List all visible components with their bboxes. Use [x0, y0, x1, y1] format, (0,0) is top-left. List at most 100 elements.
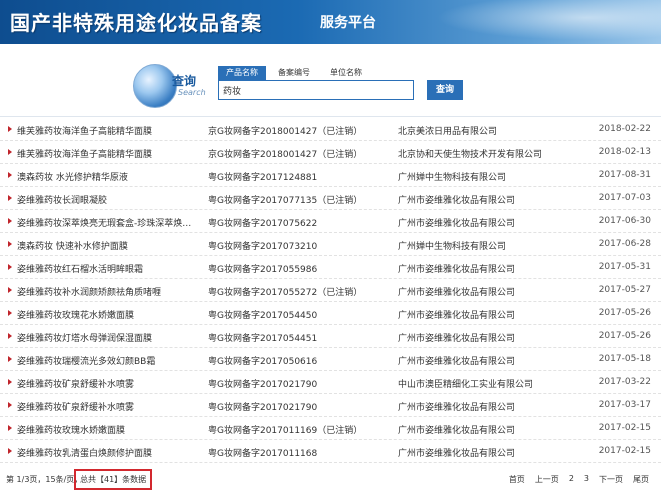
company-name: 广州市姿维雅化妆品有限公司: [398, 288, 516, 298]
record-number: 粤G妆网备字2017054450: [208, 311, 318, 321]
product-name[interactable]: 澳森药妆 快速补水修护面膜: [17, 239, 128, 252]
table-row[interactable]: 姿维雅药妆补水润颜矫颜祛角质啫喱 粤G妆网备字2017055272（已注销） 广州市…: [0, 279, 661, 302]
table-row[interactable]: 姿维雅药妆灯塔水母弹润保湿面膜 粤G妆网备字2017054451 广州市姿维雅化妆品…: [0, 325, 661, 348]
record-number: 粤G妆网备字2017055986: [208, 265, 318, 275]
product-name[interactable]: 姿维雅药妆瑞樱流光多效幻颜BB霜: [17, 354, 155, 367]
record-number: 粤G妆网备字2017055272（已注销）: [208, 288, 363, 298]
record-number: 粤G妆网备字2017077135（已注销）: [208, 196, 363, 206]
bullet-icon: [8, 126, 12, 132]
product-name[interactable]: 姿维雅药妆长润眼凝胶: [17, 193, 107, 206]
record-number: 粤G妆网备字2017075622: [208, 219, 318, 229]
product-name[interactable]: 维芙雅药妆海洋鱼子高能精华面膜: [17, 124, 152, 137]
search-label-en: Search: [178, 88, 206, 97]
product-name[interactable]: 姿维雅药妆灯塔水母弹润保湿面膜: [17, 331, 152, 344]
company-name: 中山市澳臣精细化工实业有限公司: [398, 380, 534, 390]
pager: 第 1/3页，15条/页， 总共【41】条数据 首页 上一页 2 3 下一页 尾…: [0, 462, 661, 492]
product-name[interactable]: 姿维雅药妆矿泉舒缓补水喷雾: [17, 400, 134, 413]
record-date: 2018-02-13: [598, 147, 651, 157]
bullet-icon: [8, 402, 12, 408]
pager-prev[interactable]: 上一页: [535, 474, 559, 485]
globe-icon: [133, 64, 177, 108]
record-number: 粤G妆网备字2017011168: [208, 449, 318, 459]
product-name[interactable]: 姿维雅药妆玫瑰花水娇嫩面膜: [17, 308, 134, 321]
record-number: 京G妆网备字2018001427（已注销）: [208, 127, 363, 137]
company-name: 广州市姿维雅化妆品有限公司: [398, 219, 516, 229]
table-row[interactable]: 姿维雅药妆红石榴水活明眸眼霜 粤G妆网备字2017055986 广州市姿维雅化妆品有…: [0, 256, 661, 279]
table-row[interactable]: 姿维雅药妆矿泉舒缓补水喷雾 粤G妆网备字2017021790 广州市姿维雅化妆品有限…: [0, 394, 661, 417]
site-title: 国产非特殊用途化妆品备案: [10, 11, 262, 35]
record-date: 2017-02-15: [598, 446, 651, 456]
pager-page-3[interactable]: 3: [584, 474, 589, 485]
bullet-icon: [8, 356, 12, 362]
bullet-icon: [8, 264, 12, 270]
company-name: 北京协和天使生物技术开发有限公司: [398, 150, 543, 160]
bullet-icon: [8, 172, 12, 178]
total-count: 总共【41】条数据: [74, 469, 153, 490]
pager-page-2[interactable]: 2: [569, 474, 574, 485]
record-number: 京G妆网备字2018001427（已注销）: [208, 150, 363, 160]
bullet-icon: [8, 195, 12, 201]
table-row[interactable]: 澳森药妆 快速补水修护面膜 粤G妆网备字2017073210 广州婵中生物科技有限公…: [0, 233, 661, 256]
record-date: 2017-06-28: [598, 239, 651, 249]
bullet-icon: [8, 379, 12, 385]
table-row[interactable]: 姿维雅药妆乳清蛋白焕颜修护面膜 粤G妆网备字2017011168 广州市姿维雅化妆品…: [0, 440, 661, 463]
product-name[interactable]: 维芙雅药妆海洋鱼子高能精华面膜: [17, 147, 152, 160]
header-banner: 国产非特殊用途化妆品备案 服务平台: [0, 0, 661, 44]
company-name: 广州市姿维雅化妆品有限公司: [398, 403, 516, 413]
record-date: 2017-05-18: [598, 354, 651, 364]
pager-next[interactable]: 下一页: [599, 474, 623, 485]
record-date: 2018-02-22: [598, 124, 651, 134]
tab-record-number[interactable]: 备案编号: [270, 66, 318, 80]
search-button[interactable]: 查询: [427, 80, 463, 100]
record-date: 2017-03-22: [598, 377, 651, 387]
bullet-icon: [8, 425, 12, 431]
company-name: 广州婵中生物科技有限公司: [398, 242, 507, 252]
record-number: 粤G妆网备字2017050616: [208, 357, 318, 367]
pager-last[interactable]: 尾页: [633, 474, 649, 485]
bullet-icon: [8, 333, 12, 339]
tab-company-name[interactable]: 单位名称: [322, 66, 370, 80]
search-input[interactable]: 药妆: [218, 80, 414, 100]
product-name[interactable]: 澳森药妆 水光修护精华原液: [17, 170, 128, 183]
table-row[interactable]: 澳森药妆 水光修护精华原液 粤G妆网备字2017124881 广州婵中生物科技有限公…: [0, 164, 661, 187]
bullet-icon: [8, 218, 12, 224]
record-number: 粤G妆网备字2017124881: [208, 173, 318, 183]
table-row[interactable]: 姿维雅药妆瑞樱流光多效幻颜BB霜 粤G妆网备字2017050616 广州市姿维雅化妆…: [0, 348, 661, 371]
table-row[interactable]: 维芙雅药妆海洋鱼子高能精华面膜 京G妆网备字2018001427（已注销） 北京协和…: [0, 141, 661, 164]
search-tabs: 产品名称 备案编号 单位名称: [218, 66, 374, 80]
record-date: 2017-05-26: [598, 331, 651, 341]
table-row[interactable]: 姿维雅药妆玫瑰水娇嫩面膜 粤G妆网备字2017011169（已注销） 广州市姿维雅化…: [0, 417, 661, 440]
company-name: 北京美浓日用品有限公司: [398, 127, 498, 137]
company-name: 广州婵中生物科技有限公司: [398, 173, 507, 183]
table-row[interactable]: 维芙雅药妆海洋鱼子高能精华面膜 京G妆网备字2018001427（已注销） 北京美浓…: [0, 118, 661, 141]
company-name: 广州市姿维雅化妆品有限公司: [398, 449, 516, 459]
table-row[interactable]: 姿维雅药妆玫瑰花水娇嫩面膜 粤G妆网备字2017054450 广州市姿维雅化妆品有限…: [0, 302, 661, 325]
tab-product-name[interactable]: 产品名称: [218, 66, 266, 80]
bullet-icon: [8, 287, 12, 293]
results-table: 维芙雅药妆海洋鱼子高能精华面膜 京G妆网备字2018001427（已注销） 北京美浓…: [0, 118, 661, 463]
table-row[interactable]: 姿维雅药妆矿泉舒缓补水喷雾 粤G妆网备字2017021790 中山市澳臣精细化工实业…: [0, 371, 661, 394]
bullet-icon: [8, 310, 12, 316]
table-row[interactable]: 姿维雅药妆长润眼凝胶 粤G妆网备字2017077135（已注销） 广州市姿维雅化妆品…: [0, 187, 661, 210]
company-name: 广州市姿维雅化妆品有限公司: [398, 196, 516, 206]
site-subtitle: 服务平台: [320, 15, 376, 31]
product-name[interactable]: 姿维雅药妆玫瑰水娇嫩面膜: [17, 423, 125, 436]
company-name: 广州市姿维雅化妆品有限公司: [398, 426, 516, 436]
company-name: 广州市姿维雅化妆品有限公司: [398, 357, 516, 367]
banner-decoration: [411, 0, 661, 44]
table-row[interactable]: 姿维雅药妆深萃焕亮无瑕套盒-珍珠深萃焕… 粤G妆网备字2017075622 广州市姿…: [0, 210, 661, 233]
product-name[interactable]: 姿维雅药妆补水润颜矫颜祛角质啫喱: [17, 285, 161, 298]
record-date: 2017-05-27: [598, 285, 651, 295]
record-number: 粤G妆网备字2017011169（已注销）: [208, 426, 363, 436]
record-date: 2017-03-17: [598, 400, 651, 410]
divider: [0, 116, 661, 117]
product-name[interactable]: 姿维雅药妆红石榴水活明眸眼霜: [17, 262, 143, 275]
product-name[interactable]: 姿维雅药妆乳清蛋白焕颜修护面膜: [17, 446, 152, 459]
pager-first[interactable]: 首页: [509, 474, 525, 485]
product-name[interactable]: 姿维雅药妆矿泉舒缓补水喷雾: [17, 377, 134, 390]
search-label: 查询: [172, 74, 197, 88]
record-number: 粤G妆网备字2017073210: [208, 242, 318, 252]
product-name[interactable]: 姿维雅药妆深萃焕亮无瑕套盒-珍珠深萃焕…: [17, 216, 191, 229]
pager-info: 第 1/3页，15条/页，: [6, 475, 83, 484]
record-date: 2017-08-31: [598, 170, 651, 180]
